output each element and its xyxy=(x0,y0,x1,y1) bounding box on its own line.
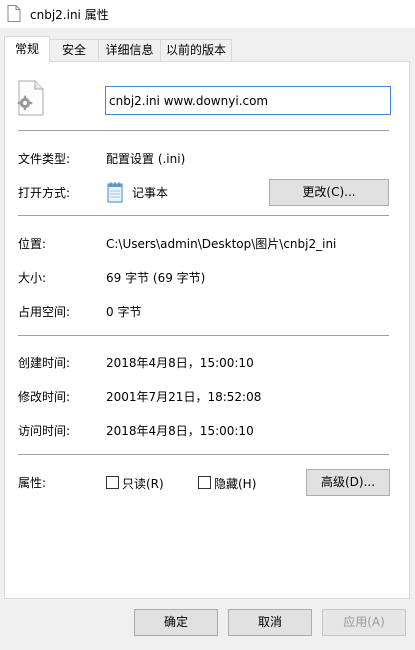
size-value: 69 字节 (69 字节) xyxy=(106,271,206,285)
readonly-checkbox[interactable] xyxy=(106,476,119,489)
ok-button[interactable]: 确定 xyxy=(134,609,218,636)
title-bar: cnbj2.ini 属性 xyxy=(0,0,415,28)
location-label: 位置: xyxy=(18,237,47,251)
size-on-disk-label: 占用空间: xyxy=(18,305,71,319)
created-label: 创建时间: xyxy=(18,356,71,370)
advanced-button-label: 高级(D)... xyxy=(320,475,376,489)
separator xyxy=(18,130,389,131)
created-value: 2018年4月8日，15:00:10 xyxy=(106,356,254,370)
file-type-label: 文件类型: xyxy=(18,152,71,166)
notepad-icon xyxy=(107,182,123,203)
apply-button-label: 应用(A) xyxy=(343,615,385,629)
apply-button[interactable]: 应用(A) xyxy=(322,609,406,636)
opens-with-app: 记事本 xyxy=(132,186,169,200)
ok-button-label: 确定 xyxy=(163,615,188,629)
tab-general[interactable]: 常规 xyxy=(4,36,50,62)
separator xyxy=(18,215,389,216)
modified-label: 修改时间: xyxy=(18,390,71,404)
hidden-label[interactable]: 隐藏(H) xyxy=(214,475,256,492)
file-icon xyxy=(7,5,21,22)
tab-label: 常规 xyxy=(14,42,39,56)
opens-with-label: 打开方式: xyxy=(18,186,71,200)
file-name-field[interactable] xyxy=(105,86,391,115)
change-button-label: 更改(C)... xyxy=(302,185,356,199)
cancel-button-label: 取消 xyxy=(257,615,282,629)
location-value: C:\Users\admin\Desktop\图片\cnbj2_ini xyxy=(106,237,337,251)
modified-value: 2001年7月21日，18:52:08 xyxy=(106,390,262,404)
separator xyxy=(18,454,389,455)
readonly-label[interactable]: 只读(R) xyxy=(122,475,164,492)
tab-details[interactable]: 详细信息 xyxy=(98,39,161,61)
advanced-button[interactable]: 高级(D)... xyxy=(306,469,390,496)
separator xyxy=(18,335,389,336)
accessed-value: 2018年4月8日，15:00:10 xyxy=(106,424,254,438)
tab-label: 以前的版本 xyxy=(165,43,226,57)
change-button[interactable]: 更改(C)... xyxy=(269,179,389,206)
tab-security[interactable]: 安全 xyxy=(49,39,99,61)
attributes-label: 属性: xyxy=(18,476,47,490)
hidden-checkbox[interactable] xyxy=(198,476,211,489)
accessed-label: 访问时间: xyxy=(18,424,71,438)
window-title: cnbj2.ini 属性 xyxy=(30,8,109,22)
cancel-button[interactable]: 取消 xyxy=(228,609,312,636)
size-on-disk-value: 0 字节 xyxy=(106,305,142,319)
general-panel xyxy=(4,61,410,599)
size-label: 大小: xyxy=(18,271,47,285)
tab-previous-versions[interactable]: 以前的版本 xyxy=(160,39,232,61)
settings-file-icon xyxy=(17,80,44,116)
tab-label: 详细信息 xyxy=(105,43,154,57)
file-type-value: 配置设置 (.ini) xyxy=(106,152,186,166)
tab-label: 安全 xyxy=(61,43,86,57)
